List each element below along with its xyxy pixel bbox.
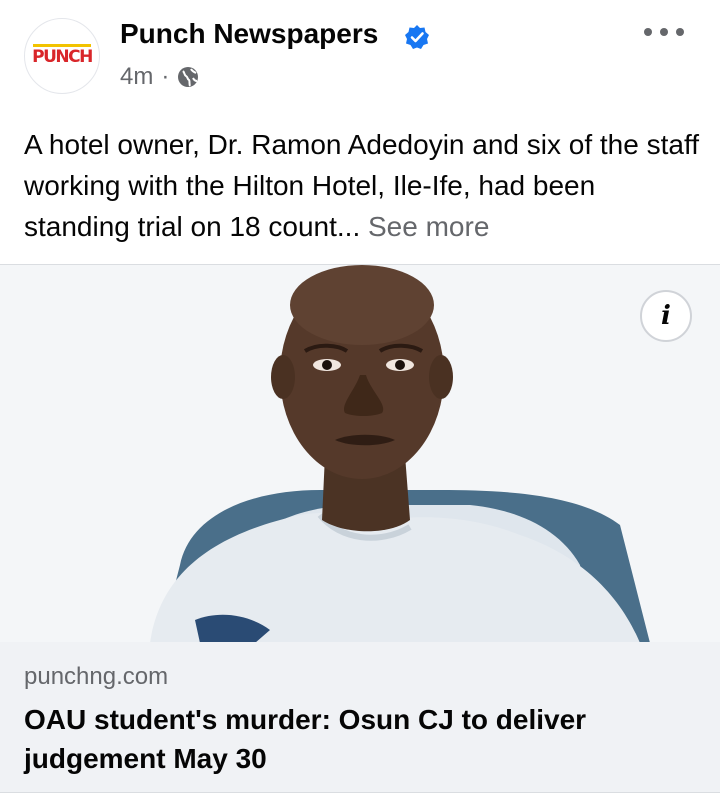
more-dot: [676, 28, 684, 36]
post-header: PUNCH Punch Newspapers 4m ·: [0, 0, 720, 110]
link-preview[interactable]: punchng.com OAU student's murder: Osun C…: [0, 642, 720, 793]
man-portrait-photo: [0, 265, 720, 643]
more-dot: [660, 28, 668, 36]
post-meta: 4m ·: [120, 62, 199, 92]
more-options-icon[interactable]: [644, 18, 684, 46]
post-timestamp[interactable]: 4m: [120, 62, 153, 92]
globe-icon: [178, 67, 199, 87]
post-caption: A hotel owner, Dr. Ramon Adedoyin and si…: [24, 124, 700, 247]
post-image[interactable]: [0, 264, 720, 643]
see-more-link[interactable]: See more: [368, 211, 489, 242]
link-headline[interactable]: OAU student's murder: Osun CJ to deliver…: [24, 700, 664, 778]
more-dot: [644, 28, 652, 36]
page-name-link[interactable]: Punch Newspapers: [120, 16, 378, 52]
caption-text: A hotel owner, Dr. Ramon Adedoyin and si…: [24, 129, 700, 242]
punch-logo: PUNCH: [31, 44, 93, 68]
ad-info-button[interactable]: i: [640, 290, 692, 342]
logo-text: PUNCH: [32, 47, 93, 67]
meta-separator: ·: [161, 63, 170, 90]
verified-badge-icon: [405, 25, 429, 49]
link-domain: punchng.com: [24, 663, 169, 690]
page-avatar[interactable]: PUNCH: [24, 18, 100, 94]
